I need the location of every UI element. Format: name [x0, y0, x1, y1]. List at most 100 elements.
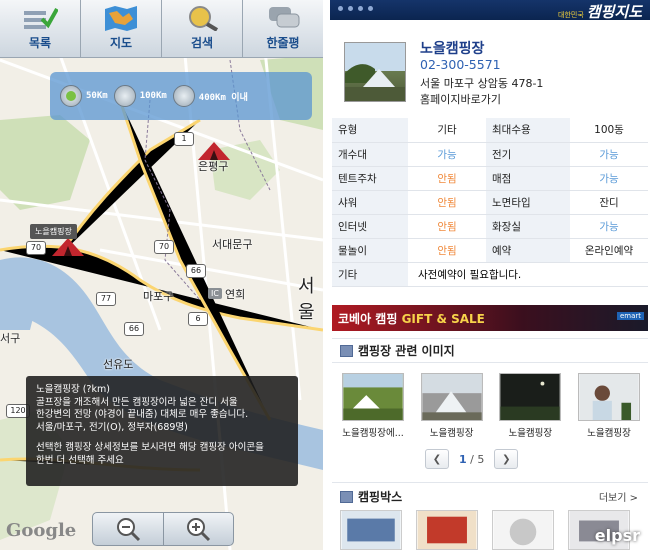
list-check-icon — [24, 8, 58, 29]
facility-value: 안됨 — [408, 166, 486, 191]
banner-title-gold: GIFT & SALE — [401, 311, 485, 326]
box-item-image[interactable] — [340, 510, 402, 550]
more-link[interactable]: 더보기 > — [599, 489, 638, 504]
map-toolbar: 목록 지도 검색 한줄평 — [0, 0, 323, 58]
zoom-in-button[interactable] — [164, 513, 234, 545]
table-row: 인터넷 안됨 화장실 가능 — [332, 214, 648, 239]
camp-thumbnail[interactable] — [344, 42, 406, 102]
gallery-caption: 노을캠핑장 — [508, 428, 553, 439]
zoom-out-icon — [116, 518, 140, 542]
facility-key: 텐트주차 — [332, 166, 408, 191]
gallery-image — [342, 373, 404, 421]
map-label-seogu: 서구 — [0, 332, 21, 345]
prev-page-button[interactable]: ❮ — [425, 449, 449, 469]
camp-info-popup[interactable]: 노을캠핑장 (?km) 골프장을 개조해서 만든 캠핑장이라 넓은 잔디 서울 … — [26, 376, 298, 486]
gallery-item[interactable]: 노을캠핑장에... — [340, 373, 406, 439]
page-total: / 5 — [470, 452, 485, 466]
facility-value: 안됨 — [408, 238, 486, 263]
zoom-controls — [92, 512, 234, 546]
homepage-link[interactable]: 홈페이지바로가기 — [420, 91, 501, 107]
facility-value: 가능 — [570, 214, 648, 239]
ic-badge: IC — [208, 288, 222, 299]
tent-marker-icon[interactable] — [50, 236, 86, 258]
table-row: 물놀이 안됨 예약 온라인예약 — [332, 238, 648, 263]
facility-value: 기타 — [408, 118, 486, 143]
radius-option-label: 100Km — [139, 91, 167, 101]
facility-key: 예약 — [486, 238, 570, 263]
image-gallery-icon — [340, 344, 353, 357]
table-row: 기타 사전예약이 필요합니다. — [332, 262, 648, 287]
table-row: 개수대 가능 전기 가능 — [332, 142, 648, 167]
toolbar-map-button[interactable]: 지도 — [81, 0, 162, 57]
emart-logo: emart — [616, 312, 644, 320]
box-item-image[interactable] — [416, 510, 478, 550]
detail-panel: 대한민국 캠핑지도 노을캠핑장 02-300-5571 서울 마포구 상암동 4… — [330, 0, 650, 550]
gallery-image — [499, 373, 562, 421]
facility-key: 개수대 — [332, 142, 408, 167]
facility-value: 100동 — [570, 118, 648, 143]
page-indicator-text: 1 / 5 — [459, 453, 484, 466]
gallery-item[interactable]: 노을캠핑장 — [419, 373, 485, 439]
toolbar-review-button[interactable]: 한줄평 — [243, 0, 323, 57]
chat-bubbles-icon — [269, 7, 300, 28]
radius-option-50[interactable]: 50Km — [60, 85, 108, 107]
facility-value: 가능 — [570, 166, 648, 191]
images-section-title: 캠핑장 관련 이미지 — [340, 342, 455, 359]
ad-banner[interactable]: 코베아 캠핑 GIFT & SALE emart — [332, 305, 648, 331]
images-section-label: 캠핑장 관련 이미지 — [358, 344, 455, 358]
gallery-caption: 노을캠핑장에... — [342, 428, 404, 439]
page-indicator — [338, 6, 373, 11]
popup-description: 노을캠핑장 (?km) 골프장을 개조해서 만든 캠핑장이라 넓은 잔디 서울 … — [36, 384, 249, 433]
radio-selected-icon — [60, 85, 82, 107]
gallery-item[interactable]: 노을캠핑장 — [497, 373, 563, 439]
facility-key: 인터넷 — [332, 214, 408, 239]
facility-key: 노면타입 — [486, 190, 570, 215]
gallery-pager: ❮ 1 / 5 ❯ — [425, 449, 519, 469]
image-gallery: 노을캠핑장에... 노을캠핑장 노을캠핑장 노을캠핑장 — [340, 373, 642, 439]
road-badge-70: 70 — [26, 241, 46, 255]
toolbar-search-button[interactable]: 검색 — [162, 0, 243, 57]
gallery-item[interactable]: 노을캠핑장 — [576, 373, 642, 439]
road-badge-77: 77 — [96, 292, 116, 306]
brand-logo: 대한민국 캠핑지도 — [558, 1, 642, 22]
google-logo: Google — [6, 520, 77, 541]
facility-value: 가능 — [408, 142, 486, 167]
chevron-right-icon: ❯ — [502, 453, 511, 465]
etc-key: 기타 — [332, 262, 408, 287]
box-section-label: 캠핑박스 — [358, 490, 403, 504]
facility-key: 유형 — [332, 118, 408, 143]
watermark-logo: elpsr — [594, 526, 640, 545]
map-label-seoul: 서울 — [298, 276, 315, 323]
radio-icon — [172, 85, 195, 107]
box-section-title: 캠핑박스 — [340, 488, 402, 505]
radius-option-100[interactable]: 100Km — [113, 85, 167, 107]
toolbar-list-button[interactable]: 목록 — [0, 0, 81, 57]
map-label-seonyu: 선유도 — [103, 358, 134, 371]
facility-key: 최대수용 — [486, 118, 570, 143]
camp-phone-link[interactable]: 02-300-5571 — [420, 57, 501, 72]
panel-divider — [323, 0, 330, 550]
toolbar-map-label: 지도 — [109, 36, 133, 50]
brand-title: 캠핑지도 — [586, 3, 642, 21]
facility-value: 잔디 — [570, 190, 648, 215]
page-current: 1 — [459, 452, 467, 466]
radius-option-label: 400Km 이내 — [198, 92, 248, 103]
road-badge-70b: 70 — [154, 240, 174, 254]
table-row: 유형 기타 최대수용 100동 — [332, 118, 648, 143]
popup-hint: 선택한 캠핑장 상세정보를 보시려면 해당 캠핑장 아이콘을 한번 더 선택해 … — [36, 442, 264, 466]
zoom-out-button[interactable] — [93, 513, 164, 545]
tent-marker-icon[interactable] — [196, 140, 232, 162]
map-label-yeonhui: 연희 — [225, 288, 246, 301]
radius-option-400[interactable]: 400Km 이내 — [172, 85, 248, 107]
box-item-image[interactable] — [492, 510, 554, 550]
road-badge-1: 1 — [174, 132, 194, 146]
table-row: 샤워 안됨 노면타입 잔디 — [332, 190, 648, 215]
next-page-button[interactable]: ❯ — [494, 449, 519, 469]
banner-title: 코베아 캠핑 GIFT & SALE — [338, 310, 485, 327]
facility-value: 안됨 — [408, 190, 486, 215]
camp-name: 노을캠핑장 — [420, 41, 485, 57]
road-badge-6: 6 — [188, 312, 208, 326]
radius-selector: 50Km 100Km 400Km 이내 — [50, 72, 312, 120]
chevron-left-icon: ❮ — [432, 453, 442, 465]
map-label-seodaemun: 서대문구 — [212, 238, 253, 251]
